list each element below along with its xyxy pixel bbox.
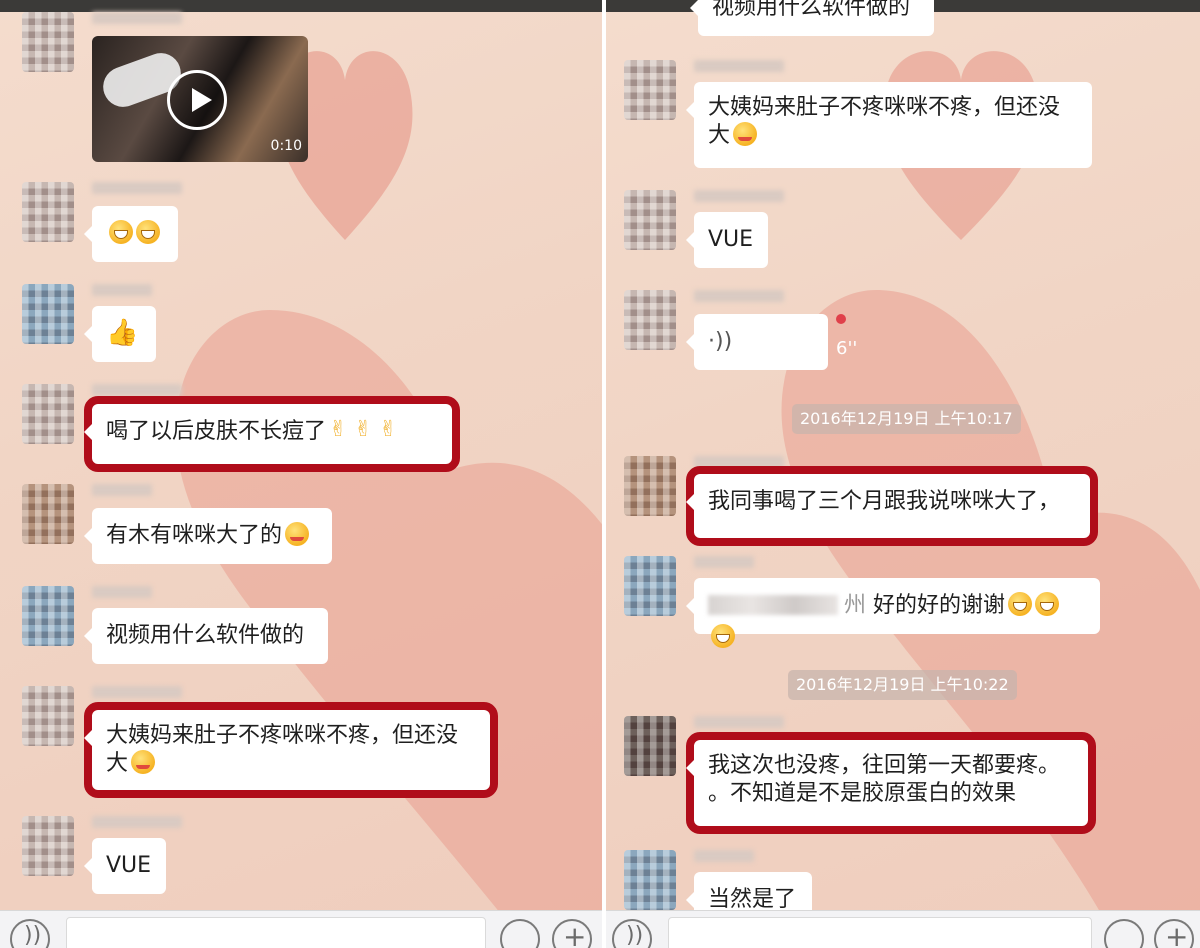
voice-wave-icon: ·)) bbox=[708, 329, 733, 354]
message-text: 视频用什么软件做的 bbox=[106, 623, 305, 648]
heart-eyes-emoji-icon bbox=[131, 750, 156, 774]
grin-emoji-icon bbox=[136, 220, 160, 244]
message-text-line: 大 bbox=[106, 751, 129, 776]
message-input[interactable] bbox=[66, 917, 486, 948]
input-bar: )) + bbox=[0, 910, 602, 948]
avatar[interactable] bbox=[624, 290, 676, 350]
video-duration: 0:10 bbox=[270, 138, 302, 154]
message-bubble[interactable]: VUE bbox=[686, 212, 768, 268]
message-bubble[interactable]: 视频用什么软件做的 bbox=[84, 608, 328, 664]
message-text: 我同事喝了三个月跟我说咪咪大了， bbox=[708, 489, 1061, 514]
mention-blurred bbox=[708, 595, 838, 615]
victory-hand-icon bbox=[379, 414, 401, 442]
unread-dot bbox=[836, 314, 846, 324]
video-message[interactable]: 0:10 bbox=[92, 36, 308, 162]
sender-name bbox=[92, 12, 182, 28]
message-bubble-highlighted[interactable]: 喝了以后皮肤不长痘了 bbox=[84, 396, 460, 472]
message-bubble[interactable]: VUE bbox=[84, 838, 166, 894]
status-bar bbox=[0, 0, 602, 12]
sender-name bbox=[694, 850, 754, 866]
timestamp: 2016年12月19日 上午10:17 bbox=[792, 404, 1021, 434]
sender-name bbox=[92, 182, 182, 198]
timestamp: 2016年12月19日 上午10:22 bbox=[788, 670, 1017, 700]
message-text-line: 大姨妈来肚子不疼咪咪不疼，但还没 bbox=[708, 95, 1061, 120]
chat-panel-left: 0:10 👍 喝了以后皮肤不长痘了 有木有咪咪大了的 视频用什么软件做的 大姨妈… bbox=[0, 0, 602, 948]
sender-name bbox=[694, 190, 784, 206]
avatar[interactable] bbox=[624, 716, 676, 776]
avatar[interactable] bbox=[624, 60, 676, 120]
message-text: VUE bbox=[106, 853, 152, 878]
avatar[interactable] bbox=[22, 484, 74, 544]
message-text: 好的好的谢谢 bbox=[873, 593, 1006, 618]
sender-name bbox=[92, 484, 152, 500]
chat-panel-right: 视频用什么软件做的 大姨妈来肚子不疼咪咪不疼，但还没 大 VUE ·)) 6''… bbox=[606, 0, 1200, 948]
message-text-line: 我这次也没疼，往回第一天都要疼。 bbox=[708, 753, 1061, 778]
message-text: 有木有咪咪大了的 bbox=[106, 523, 283, 548]
avatar[interactable] bbox=[22, 586, 74, 646]
message-text: VUE bbox=[708, 227, 754, 252]
message-text: 视频用什么软件做的 bbox=[712, 0, 911, 20]
message-text-line: 。不知道是不是胶原蛋白的效果 bbox=[708, 781, 1017, 806]
voice-message[interactable]: ·)) bbox=[686, 314, 828, 370]
avatar[interactable] bbox=[624, 556, 676, 616]
voice-icon: )) bbox=[24, 923, 42, 948]
heart-eyes-emoji-icon bbox=[285, 522, 310, 546]
message-text: 当然是了 bbox=[708, 887, 797, 912]
avatar[interactable] bbox=[624, 190, 676, 250]
sender-name bbox=[694, 716, 784, 732]
emoji-button[interactable] bbox=[1104, 919, 1144, 948]
message-bubble[interactable] bbox=[84, 206, 178, 262]
sender-name bbox=[92, 384, 182, 400]
message-bubble-highlighted[interactable]: 大姨妈来肚子不疼咪咪不疼，但还没 大 bbox=[84, 702, 498, 798]
sender-name bbox=[92, 686, 182, 702]
play-icon[interactable] bbox=[167, 70, 227, 130]
voice-duration: 6'' bbox=[836, 338, 858, 359]
message-bubble[interactable]: 有木有咪咪大了的 bbox=[84, 508, 332, 564]
heart-eyes-emoji-icon bbox=[733, 122, 758, 146]
message-text-line: 大 bbox=[708, 123, 731, 148]
grin-emoji-icon bbox=[1008, 592, 1033, 616]
message-bubble-highlighted[interactable]: 我这次也没疼，往回第一天都要疼。 。不知道是不是胶原蛋白的效果 bbox=[686, 732, 1096, 834]
avatar[interactable] bbox=[624, 850, 676, 910]
sender-name bbox=[92, 284, 152, 300]
plus-icon: + bbox=[1165, 920, 1189, 948]
avatar[interactable] bbox=[22, 182, 74, 242]
avatar[interactable] bbox=[22, 384, 74, 444]
victory-hand-icon bbox=[329, 414, 351, 442]
grin-emoji-icon bbox=[711, 624, 735, 648]
sender-name bbox=[694, 60, 784, 76]
voice-icon: )) bbox=[626, 923, 644, 948]
avatar[interactable] bbox=[624, 456, 676, 516]
plus-icon: + bbox=[563, 920, 587, 948]
sender-name bbox=[694, 556, 754, 572]
avatar[interactable] bbox=[22, 816, 74, 876]
message-bubble[interactable]: 大姨妈来肚子不疼咪咪不疼，但还没 大 bbox=[686, 82, 1092, 168]
avatar[interactable] bbox=[22, 12, 74, 72]
sender-name bbox=[92, 586, 152, 602]
message-bubble[interactable]: 视频用什么软件做的 bbox=[690, 0, 934, 36]
avatar[interactable] bbox=[22, 284, 74, 344]
grin-emoji-icon bbox=[109, 220, 133, 244]
message-text: 喝了以后皮肤不长痘了 bbox=[106, 419, 327, 444]
input-bar: )) + bbox=[606, 910, 1200, 948]
message-text-line: 大姨妈来肚子不疼咪咪不疼，但还没 bbox=[106, 723, 459, 748]
mention-suffix: 州 bbox=[844, 593, 867, 618]
sender-name bbox=[694, 290, 784, 306]
sender-name bbox=[92, 816, 182, 832]
message-bubble[interactable]: 州 好的好的谢谢 bbox=[686, 578, 1100, 648]
message-bubble[interactable]: 👍 bbox=[84, 306, 156, 362]
thumbs-up-icon: 👍 bbox=[106, 318, 139, 348]
message-bubble-highlighted[interactable]: 我同事喝了三个月跟我说咪咪大了， bbox=[686, 466, 1098, 546]
grin-emoji-icon bbox=[1035, 592, 1060, 616]
avatar[interactable] bbox=[22, 686, 74, 746]
emoji-button[interactable] bbox=[500, 919, 540, 948]
sender-name bbox=[694, 456, 784, 472]
message-input[interactable] bbox=[668, 917, 1092, 948]
victory-hand-icon bbox=[354, 414, 376, 442]
